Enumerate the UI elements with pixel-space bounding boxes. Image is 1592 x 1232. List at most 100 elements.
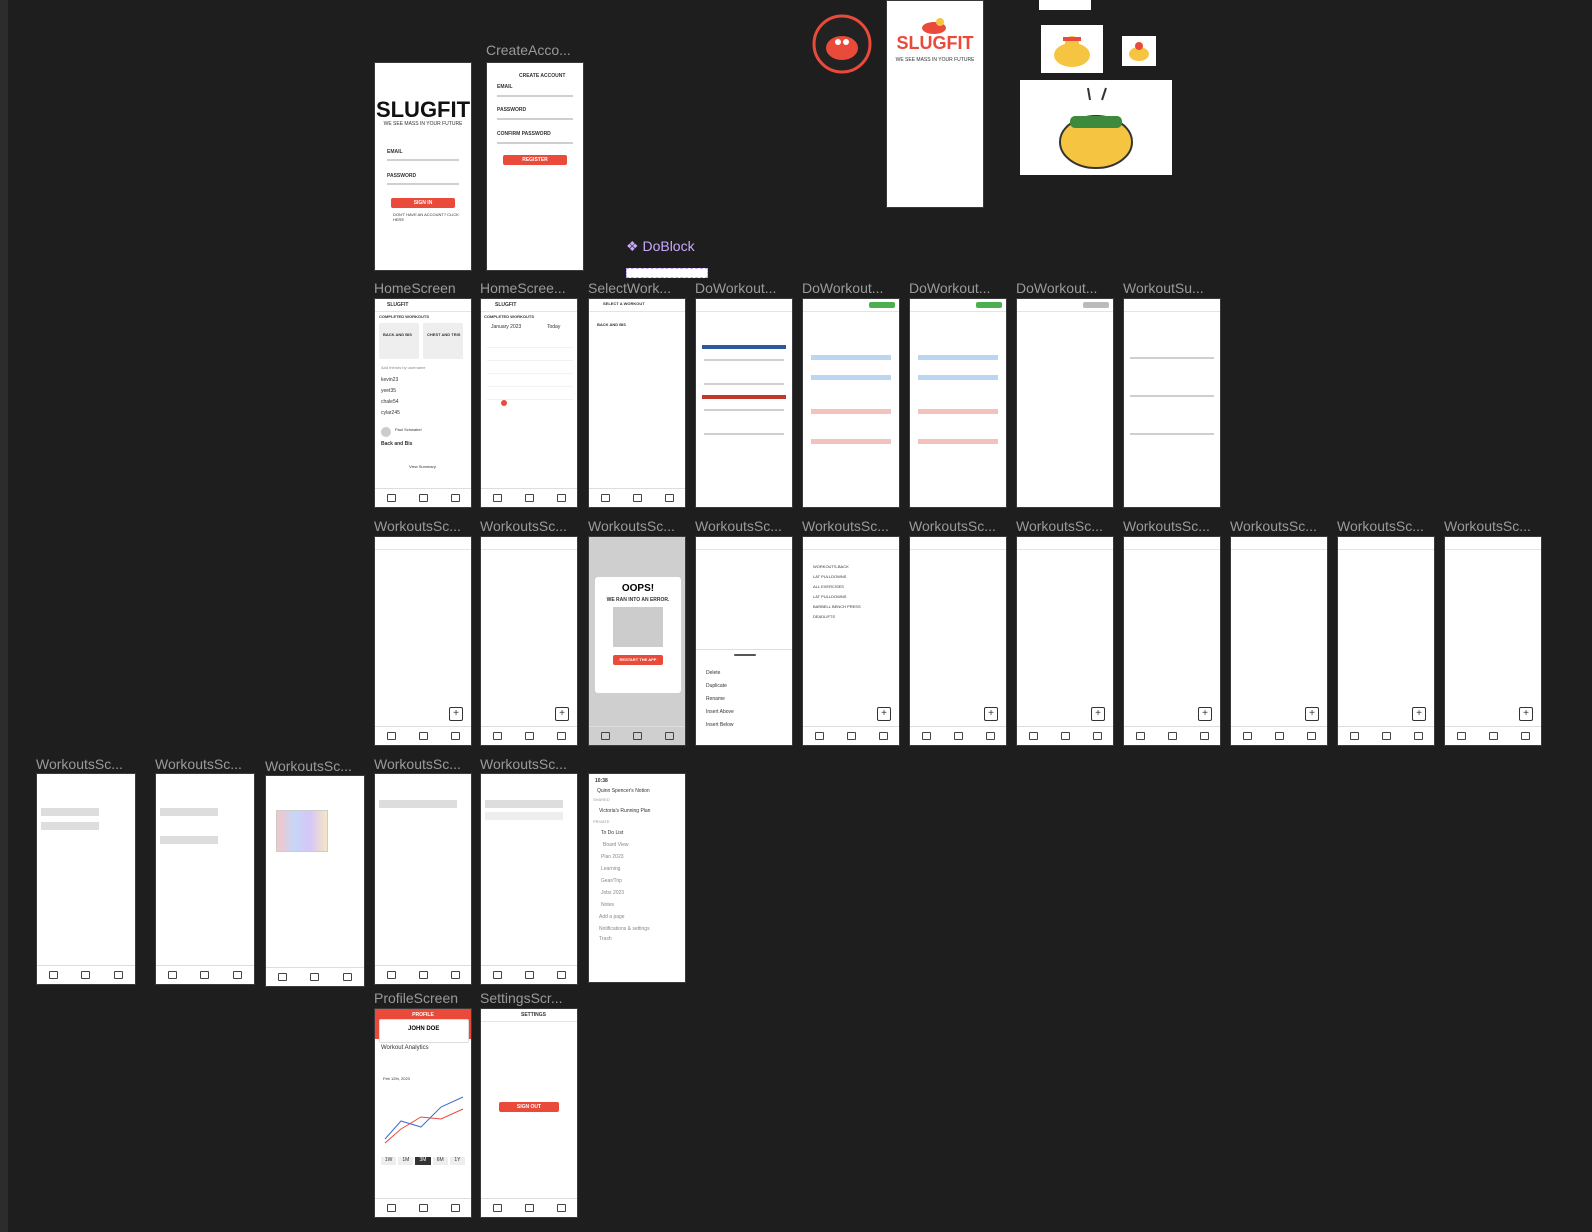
notion-item[interactable]: Learning bbox=[601, 866, 620, 872]
add-workout-button[interactable]: + bbox=[1519, 707, 1533, 721]
home-icon[interactable] bbox=[386, 732, 396, 740]
workout-list-item[interactable]: DEADLIFTS bbox=[813, 614, 835, 620]
profile-icon[interactable] bbox=[556, 1204, 566, 1212]
profile-icon[interactable] bbox=[450, 494, 460, 502]
home-icon[interactable] bbox=[1135, 732, 1145, 740]
home-icon[interactable] bbox=[492, 971, 502, 979]
folder-row[interactable] bbox=[160, 808, 218, 816]
notion-item[interactable]: Gear/Trip bbox=[601, 878, 622, 884]
password-field[interactable] bbox=[387, 183, 459, 185]
set-row-done[interactable] bbox=[918, 355, 998, 360]
set-row[interactable] bbox=[704, 359, 784, 361]
folder-row[interactable] bbox=[41, 822, 99, 830]
set-row-done[interactable] bbox=[811, 439, 891, 444]
set-row-done[interactable] bbox=[811, 355, 891, 360]
add-workout-button[interactable]: + bbox=[449, 707, 463, 721]
set-row[interactable] bbox=[704, 383, 784, 385]
profile-icon[interactable] bbox=[450, 1204, 460, 1212]
home-icon[interactable] bbox=[1028, 732, 1038, 740]
workouts-icon[interactable] bbox=[1274, 732, 1284, 740]
workouts-icon[interactable] bbox=[632, 494, 642, 502]
profile-icon[interactable] bbox=[1520, 732, 1530, 740]
menu-insert-below[interactable]: Insert Below bbox=[706, 722, 734, 728]
range-option[interactable]: 1W bbox=[381, 1157, 397, 1165]
notion-item[interactable]: Jobs 2023 bbox=[601, 890, 624, 896]
register-button[interactable]: REGISTER bbox=[503, 155, 567, 165]
select-workout-item[interactable]: BACK AND BIS bbox=[597, 322, 626, 328]
menu-rename[interactable]: Rename bbox=[706, 696, 725, 702]
profile-icon[interactable] bbox=[556, 971, 566, 979]
profile-icon[interactable] bbox=[233, 971, 243, 979]
home-icon[interactable] bbox=[48, 971, 58, 979]
profile-icon[interactable] bbox=[556, 494, 566, 502]
home-icon[interactable] bbox=[386, 1204, 396, 1212]
notion-shared-item[interactable]: Victoria's Running Plan bbox=[599, 808, 650, 814]
home-icon[interactable] bbox=[1349, 732, 1359, 740]
profile-icon[interactable] bbox=[664, 494, 674, 502]
profile-icon[interactable] bbox=[114, 971, 124, 979]
view-summary-link[interactable]: View Summary bbox=[409, 464, 436, 470]
set-row-done[interactable] bbox=[918, 439, 998, 444]
sheet-handle[interactable] bbox=[734, 654, 756, 656]
notion-item[interactable]: To Do List bbox=[601, 830, 623, 836]
profile-icon[interactable] bbox=[985, 732, 995, 740]
profile-icon[interactable] bbox=[878, 732, 888, 740]
folder-row[interactable] bbox=[379, 800, 457, 808]
workouts-icon[interactable] bbox=[524, 1204, 534, 1212]
workouts-icon[interactable] bbox=[524, 732, 534, 740]
home-icon[interactable] bbox=[492, 494, 502, 502]
ca-confirm-field[interactable] bbox=[497, 142, 573, 144]
home-icon[interactable] bbox=[277, 973, 287, 981]
home-icon[interactable] bbox=[1242, 732, 1252, 740]
profile-icon[interactable] bbox=[1092, 732, 1102, 740]
workout-list-item[interactable]: BARBELL BENCH PRESS bbox=[813, 604, 861, 610]
profile-icon[interactable] bbox=[664, 732, 674, 740]
workout-list-item[interactable]: LAT PULLDOWNS bbox=[813, 594, 846, 600]
workouts-icon[interactable] bbox=[310, 973, 320, 981]
email-field[interactable] bbox=[387, 159, 459, 161]
menu-duplicate[interactable]: Duplicate bbox=[706, 683, 727, 689]
workout-list-item[interactable]: WORKOUTS-BACK bbox=[813, 564, 849, 570]
home-icon[interactable] bbox=[492, 1204, 502, 1212]
home-icon[interactable] bbox=[600, 732, 610, 740]
home-icon[interactable] bbox=[167, 971, 177, 979]
signin-button[interactable]: SIGN IN bbox=[391, 198, 455, 208]
selected-day[interactable] bbox=[501, 400, 507, 406]
workout-list-item[interactable]: LAT PULLDOWNS bbox=[813, 574, 846, 580]
home-icon[interactable] bbox=[386, 494, 396, 502]
create-account-link[interactable]: DON'T HAVE AN ACCOUNT? CLICK HERE bbox=[393, 212, 471, 223]
notion-notifications[interactable]: Notifications & settings bbox=[599, 926, 650, 932]
home-icon[interactable] bbox=[921, 732, 931, 740]
home-icon[interactable] bbox=[386, 971, 396, 979]
folder-row[interactable] bbox=[160, 836, 218, 844]
workouts-icon[interactable] bbox=[81, 971, 91, 979]
set-row-done[interactable] bbox=[811, 409, 891, 414]
home-icon[interactable] bbox=[600, 494, 610, 502]
home-card-1[interactable]: BACK AND BIS bbox=[379, 323, 419, 359]
workouts-icon[interactable] bbox=[1060, 732, 1070, 740]
set-row-done[interactable] bbox=[811, 375, 891, 380]
profile-icon[interactable] bbox=[1199, 732, 1209, 740]
folder-row[interactable] bbox=[485, 812, 563, 820]
workouts-icon[interactable] bbox=[524, 971, 534, 979]
folder-row[interactable] bbox=[485, 800, 563, 808]
profile-icon[interactable] bbox=[1413, 732, 1423, 740]
add-workout-button[interactable]: + bbox=[1305, 707, 1319, 721]
ca-password-field[interactable] bbox=[497, 118, 573, 120]
folder-row[interactable] bbox=[41, 808, 99, 816]
workouts-icon[interactable] bbox=[524, 494, 534, 502]
workouts-icon[interactable] bbox=[418, 1204, 428, 1212]
complete-button[interactable] bbox=[869, 302, 895, 308]
add-workout-button[interactable]: + bbox=[1198, 707, 1212, 721]
set-row-done[interactable] bbox=[918, 409, 998, 414]
add-workout-button[interactable]: + bbox=[1412, 707, 1426, 721]
add-workout-button[interactable]: + bbox=[1091, 707, 1105, 721]
profile-icon[interactable] bbox=[556, 732, 566, 740]
workouts-icon[interactable] bbox=[953, 732, 963, 740]
workouts-icon[interactable] bbox=[1488, 732, 1498, 740]
workouts-icon[interactable] bbox=[418, 732, 428, 740]
range-option[interactable]: 1M bbox=[398, 1157, 414, 1165]
notion-item[interactable]: Notes bbox=[601, 902, 614, 908]
workouts-icon[interactable] bbox=[632, 732, 642, 740]
workouts-icon[interactable] bbox=[418, 494, 428, 502]
